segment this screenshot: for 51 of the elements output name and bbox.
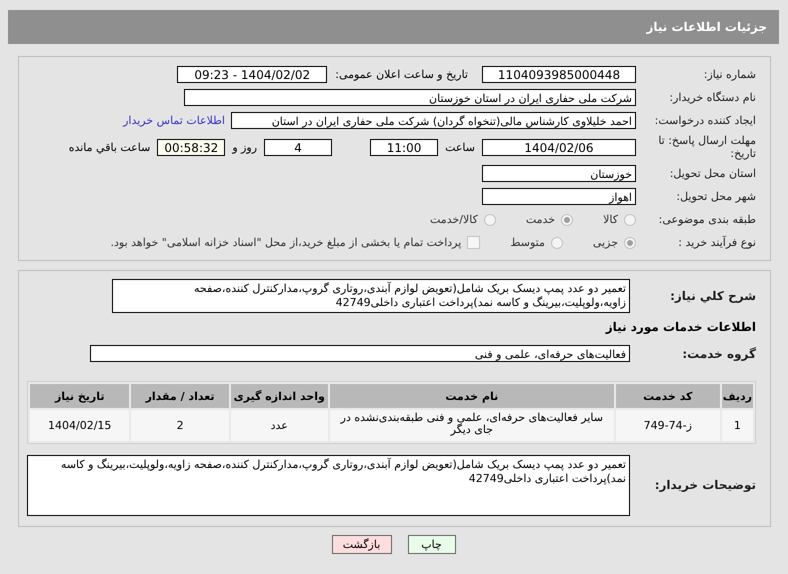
column-header: نام خدمت xyxy=(330,384,614,408)
days-label: روز و xyxy=(232,140,258,154)
buyer-contact-link[interactable]: اطلاعات تماس خریدار xyxy=(123,114,225,127)
category-radio[interactable]: خدمت xyxy=(526,213,574,226)
column-header: کد خدمت xyxy=(616,384,720,408)
field-label: شرح کلي نياز: xyxy=(669,289,757,303)
category-radio[interactable]: کالا xyxy=(603,213,636,226)
buyer-org-field: شرکت ملی حفاری ایران در استان خوزستان xyxy=(184,89,636,106)
table-cell: 1 xyxy=(722,410,753,441)
field-label: مهلت ارسال پاسخ: تا تاریخ: xyxy=(657,134,757,160)
process-radio[interactable]: جزیی xyxy=(592,236,636,249)
requester-field: احمد خلیلاوی کارشناس مالی(تنخواه گردان) شرکت ملی حفاری ایران در استان xyxy=(231,112,636,129)
page-header: جزئیات اطلاعات نیاز xyxy=(8,10,779,44)
field-label: نام دستگاه خریدار: xyxy=(668,91,757,104)
column-header: واحد اندازه گیری xyxy=(230,384,328,408)
column-header: تعداد / مقدار xyxy=(131,384,229,408)
field-label: استان محل تحویل: xyxy=(668,167,757,180)
need-number-field: 1104093985000448 xyxy=(482,66,636,83)
province-field: خوزستان xyxy=(482,165,636,182)
print-button[interactable]: چاپ xyxy=(408,535,456,554)
table-cell: 2 xyxy=(131,410,229,441)
treasury-checkbox[interactable]: پرداخت تمام یا بخشی از مبلغ خرید،از محل "اسناد خزانه اسلامی" خواهد بود. xyxy=(110,236,480,249)
field-label: ایجاد کننده درخواست: xyxy=(654,114,757,127)
city-field: اهواز xyxy=(482,188,636,205)
remaining-time-field: 00:58:32 xyxy=(157,138,226,156)
field-label: نوع فرآیند خرید : xyxy=(677,236,757,249)
buyer-notes-field: تعمیر دو عدد پمپ دیسک بریک شامل(تعویض لوازم آبندی،روتاری گروپ،مدارکنترل کننده،صفحه زاویه،ولوپلیت،بیرینگ و کاسه نمد)پرداخت اعتباری داخلی42749 xyxy=(27,454,630,516)
column-header: تاریخ نیاز xyxy=(30,384,130,408)
remaining-label: ساعت باقي مانده xyxy=(68,140,150,154)
category-radio[interactable]: کالا/خدمت xyxy=(430,213,496,226)
table-cell: ز-74-749 xyxy=(616,410,720,441)
deadline-date-field: 1404/02/06 xyxy=(482,138,636,156)
field-label: طبقه بندی موضوعی: xyxy=(658,213,757,226)
field-label: شهر محل تحویل: xyxy=(675,190,757,203)
announce-date-field: 1404/02/02 - 09:23 xyxy=(177,66,328,83)
table-cell: سایر فعالیت‌های حرفه‌ای، علمی و فنی طبقه‌بندی‌نشده در جای دیگر xyxy=(330,410,614,441)
days-field: 4 xyxy=(264,138,332,156)
section-heading: اطلاعات خدمات مورد نياز xyxy=(604,319,757,336)
table-cell: عدد xyxy=(230,410,328,441)
table-cell: 1404/02/15 xyxy=(30,410,130,441)
service-group-field: فعالیت‌های حرفه‌ای، علمی و فنی xyxy=(90,345,630,362)
field-label: شماره نیاز: xyxy=(702,68,757,81)
back-button[interactable]: بازگشت xyxy=(332,535,392,554)
time-label: ساعت xyxy=(445,140,475,154)
column-header: رديف xyxy=(722,384,753,408)
field-label: گروه خدمت: xyxy=(681,346,757,360)
deadline-time-field: 11:00 xyxy=(370,138,438,156)
process-radio[interactable]: متوسط xyxy=(510,236,563,249)
field-label: تاریخ و ساعت اعلان عمومی: xyxy=(335,68,468,81)
field-label: توضیحات خریدار: xyxy=(654,478,757,492)
summary-field: تعمیر دو عدد پمپ دیسک بریک شامل(تعویض لوازم آبندی،روتاری گروپ،مدارکنترل کننده،صفحه زاویه،ولوپلیت،بیرینگ و کاسه نمد)پرداخت اعتباری داخلی42749 xyxy=(112,279,630,313)
